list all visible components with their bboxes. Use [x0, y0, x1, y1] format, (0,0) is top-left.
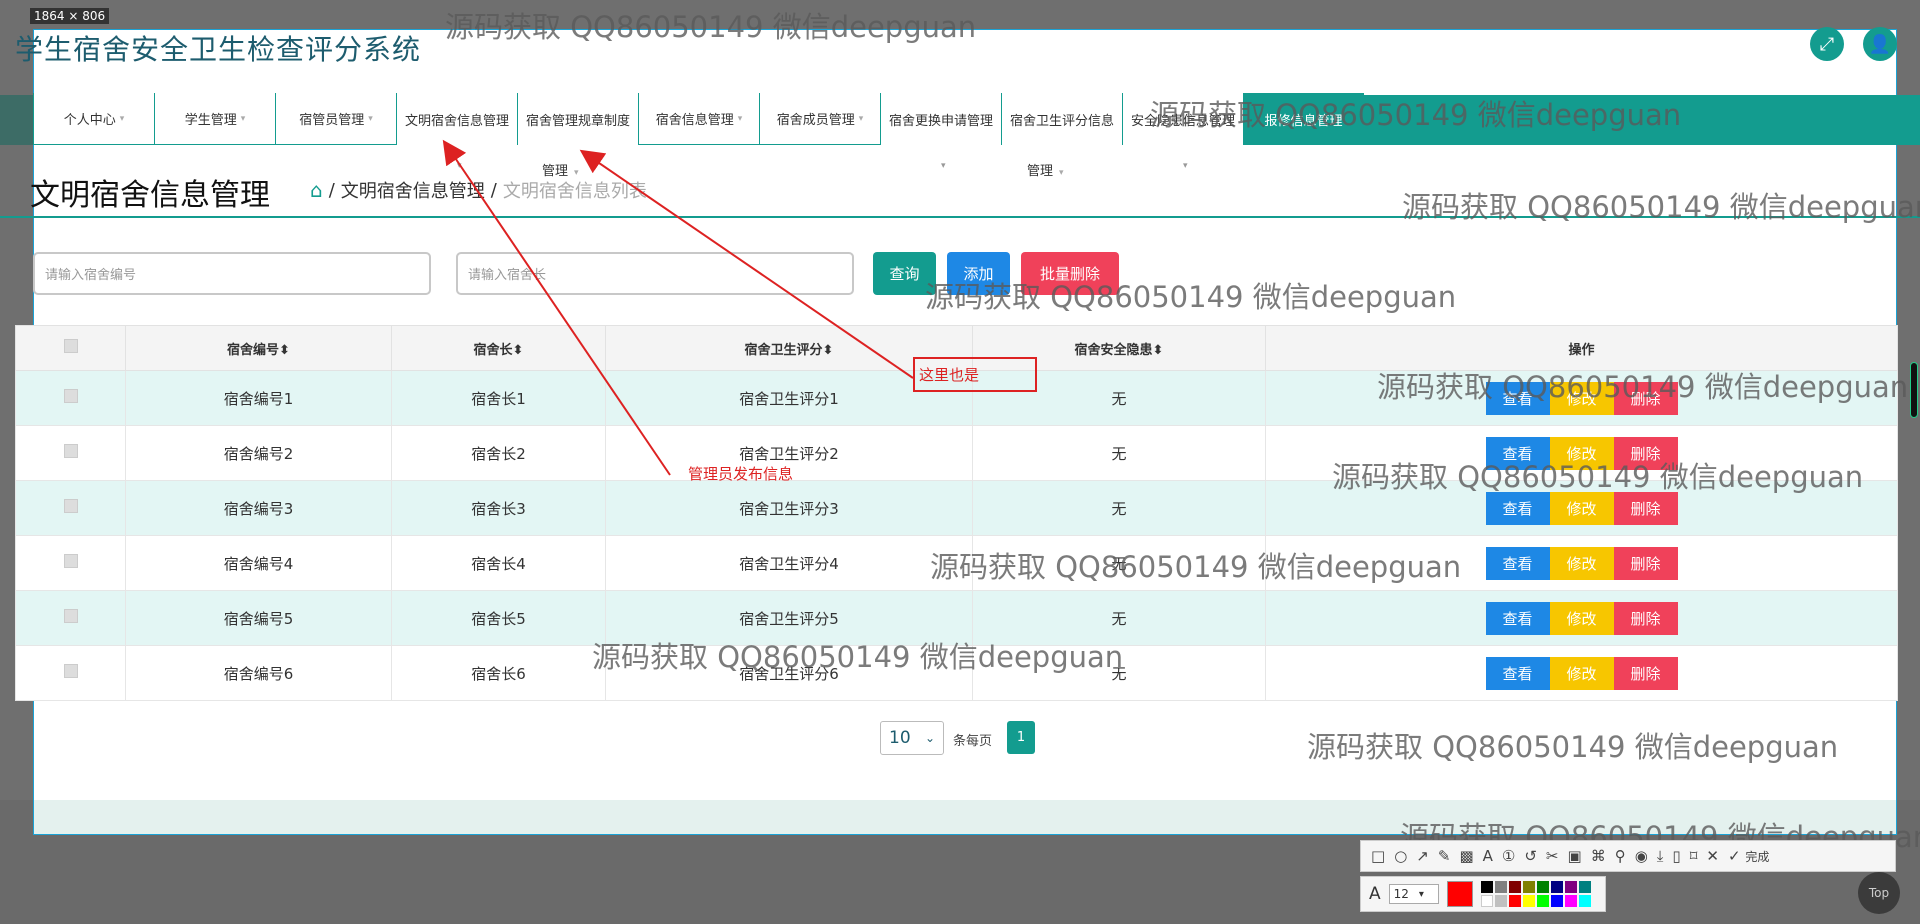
rectangle-icon[interactable]: □ — [1371, 847, 1385, 865]
text-style-toolbar: A 12 ▾ — [1360, 876, 1606, 912]
ocr-icon[interactable]: ▣ — [1568, 847, 1582, 865]
color-palette — [1480, 881, 1591, 907]
current-color-swatch[interactable] — [1446, 881, 1473, 907]
color-swatch[interactable] — [1494, 881, 1507, 893]
pin-icon[interactable]: ✂ — [1546, 847, 1559, 865]
annotation-label: 管理员发布信息 — [688, 465, 794, 483]
font-size-select[interactable]: 12 ▾ — [1388, 884, 1439, 904]
color-swatch[interactable] — [1508, 881, 1521, 893]
watermark: 源码获取 QQ86050149 微信deepguan — [592, 640, 1124, 674]
number-icon[interactable]: ① — [1502, 847, 1515, 865]
undo-icon[interactable]: ↺ — [1524, 847, 1537, 865]
text-size-icon: A — [1369, 884, 1381, 904]
color-swatch[interactable] — [1522, 895, 1535, 907]
mosaic-icon[interactable]: ▩ — [1459, 847, 1473, 865]
annotation-textbox[interactable]: 这里也是 — [913, 357, 1037, 392]
close-icon[interactable]: ✕ — [1706, 847, 1719, 865]
text-icon[interactable]: A — [1483, 847, 1493, 865]
watermark: 源码获取 QQ86050149 微信deepguan — [1150, 98, 1682, 132]
color-swatch[interactable] — [1578, 895, 1591, 907]
color-swatch[interactable] — [1550, 895, 1563, 907]
arrow-icon[interactable]: ↗ — [1416, 847, 1429, 865]
color-swatch[interactable] — [1564, 881, 1577, 893]
color-swatch[interactable] — [1550, 881, 1563, 893]
annotation-arrow — [579, 149, 914, 379]
color-swatch[interactable] — [1480, 881, 1493, 893]
color-swatch[interactable] — [1536, 895, 1549, 907]
translate-icon[interactable]: ⌘ — [1591, 847, 1606, 865]
record-icon[interactable]: ◉ — [1635, 847, 1648, 865]
watermark: 源码获取 QQ86050149 微信deepguan — [1307, 730, 1839, 764]
ellipse-icon[interactable]: ○ — [1394, 847, 1407, 865]
color-swatch[interactable] — [1536, 881, 1549, 893]
watermark: 源码获取 QQ86050149 微信deepguan — [445, 10, 977, 44]
color-swatch[interactable] — [1564, 895, 1577, 907]
color-swatch[interactable] — [1578, 881, 1591, 893]
phone-icon[interactable]: ▯ — [1672, 847, 1680, 865]
watermark: 源码获取 QQ86050149 微信deepguan — [1402, 190, 1920, 224]
bookmark-icon[interactable]: ⌑ — [1690, 847, 1698, 865]
pushpin-icon[interactable]: ⚲ — [1615, 847, 1626, 865]
color-swatch[interactable] — [1480, 895, 1493, 907]
annotation-arrow — [442, 139, 671, 476]
chevron-down-icon: ▾ — [1418, 888, 1424, 900]
pen-icon[interactable]: ✎ — [1438, 847, 1451, 865]
watermark: 源码获取 QQ86050149 微信deepguan — [1377, 370, 1909, 404]
done-button[interactable]: ✓ 完成 — [1728, 847, 1769, 865]
watermark: 源码获取 QQ86050149 微信deepguan — [925, 280, 1457, 314]
watermark: 源码获取 QQ86050149 微信deepguan — [1332, 460, 1864, 494]
capture-toolbar: □ ○ ↗ ✎ ▩ A ① ↺ ✂ ▣ ⌘ ⚲ ◉ ⤓ ▯ ⌑ ✕ ✓ 完成 — [1360, 840, 1896, 872]
color-swatch[interactable] — [1508, 895, 1521, 907]
watermark: 源码获取 QQ86050149 微信deepguan — [930, 550, 1462, 584]
color-swatch[interactable] — [1522, 881, 1535, 893]
scrollbar-thumb[interactable] — [1910, 362, 1918, 418]
color-swatch[interactable] — [1494, 895, 1507, 907]
back-to-top-button[interactable]: Top — [1858, 872, 1900, 914]
download-icon[interactable]: ⤓ — [1657, 847, 1664, 865]
